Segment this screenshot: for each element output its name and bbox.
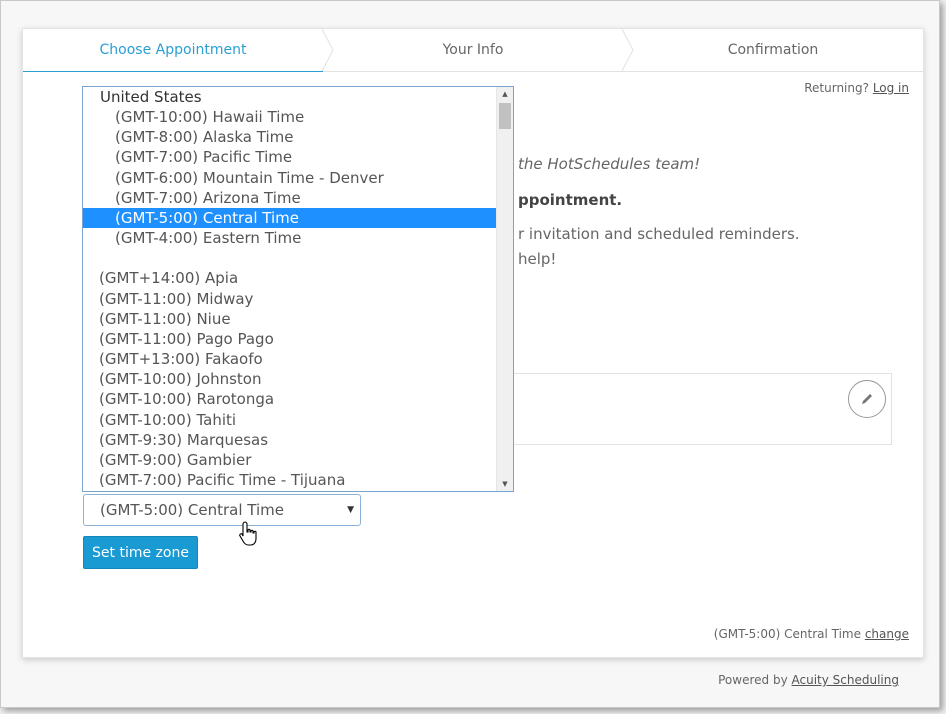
hand-cursor-icon [239, 521, 257, 546]
powered-by-label: Powered by [718, 673, 788, 687]
step-confirmation[interactable]: Confirmation [623, 29, 923, 71]
welcome-text: the HotSchedules team! [518, 155, 701, 173]
change-timezone-link[interactable]: change [865, 627, 909, 641]
timezone-select-value: (GMT-5:00) Central Time [100, 501, 285, 519]
option-spacer [83, 248, 497, 268]
timezone-option[interactable]: (GMT-7:00) Pacific Time [83, 147, 497, 167]
appointment-summary-box [513, 373, 892, 445]
scroll-down-icon[interactable]: ▼ [497, 477, 513, 491]
timezone-options: United States (GMT-10:00) Hawaii Time (G… [83, 87, 497, 490]
timezone-option[interactable]: (GMT-10:00) Johnston [83, 369, 497, 389]
edit-button[interactable] [848, 380, 886, 418]
timezone-option[interactable]: (GMT-8:00) Alaska Time [83, 127, 497, 147]
info-text-line1: r invitation and scheduled reminders. [518, 225, 800, 243]
current-timezone-footer: (GMT-5:00) Central Time change [714, 627, 909, 641]
timezone-option[interactable]: (GMT+13:00) Fakaofo [83, 349, 497, 369]
set-time-zone-button[interactable]: Set time zone [83, 536, 198, 569]
dropdown-scrollbar[interactable]: ▲ ▼ [496, 87, 513, 491]
timezone-option[interactable]: (GMT+14:00) Apia [83, 268, 497, 288]
progress-steps: Choose Appointment Your Info Confirmatio… [23, 29, 923, 72]
timezone-dropdown-list[interactable]: United States (GMT-10:00) Hawaii Time (G… [82, 86, 514, 492]
pencil-icon [862, 394, 872, 404]
returning-login: Returning? Log in [804, 81, 909, 95]
timezone-option[interactable]: (GMT-10:00) Tahiti [83, 410, 497, 430]
timezone-option[interactable]: (GMT-9:00) Gambier [83, 450, 497, 470]
current-timezone-text: (GMT-5:00) Central Time [713, 627, 861, 641]
optgroup-label: United States [100, 88, 202, 106]
timezone-option[interactable]: (GMT-10:00) Rarotonga [83, 389, 497, 409]
timezone-option[interactable]: (GMT-9:30) Marquesas [83, 430, 497, 450]
returning-label: Returning? [804, 81, 869, 95]
timezone-option[interactable]: (GMT-7:00) Arizona Time [83, 188, 497, 208]
timezone-option[interactable]: (GMT-6:00) Mountain Time - Denver [83, 168, 497, 188]
timezone-option[interactable]: (GMT-7:00) Pacific Time - Tijuana [83, 470, 497, 490]
caret-down-icon: ▼ [347, 505, 354, 515]
timezone-option-selected[interactable]: (GMT-5:00) Central Time [83, 207, 497, 229]
scrollbar-thumb[interactable] [499, 103, 511, 129]
appointment-heading: ppointment. [518, 191, 623, 209]
info-text-line2: help! [518, 250, 557, 268]
login-link[interactable]: Log in [873, 81, 909, 95]
timezone-option[interactable]: (GMT-11:00) Pago Pago [83, 329, 497, 349]
timezone-select[interactable]: (GMT-5:00) Central Time ▼ [83, 494, 361, 526]
page-frame: Choose Appointment Your Info Confirmatio… [0, 0, 940, 708]
timezone-option[interactable]: (GMT-10:00) Hawaii Time [83, 107, 497, 127]
powered-by: Powered by Acuity Scheduling [718, 673, 899, 687]
timezone-option[interactable]: (GMT-11:00) Niue [83, 309, 497, 329]
scroll-up-icon[interactable]: ▲ [497, 87, 513, 101]
timezone-option[interactable]: (GMT-4:00) Eastern Time [83, 228, 497, 248]
step-your-info[interactable]: Your Info [323, 29, 623, 71]
timezone-option[interactable]: (GMT-11:00) Midway [83, 289, 497, 309]
acuity-link[interactable]: Acuity Scheduling [792, 673, 899, 687]
step-choose-appointment[interactable]: Choose Appointment [23, 29, 323, 72]
